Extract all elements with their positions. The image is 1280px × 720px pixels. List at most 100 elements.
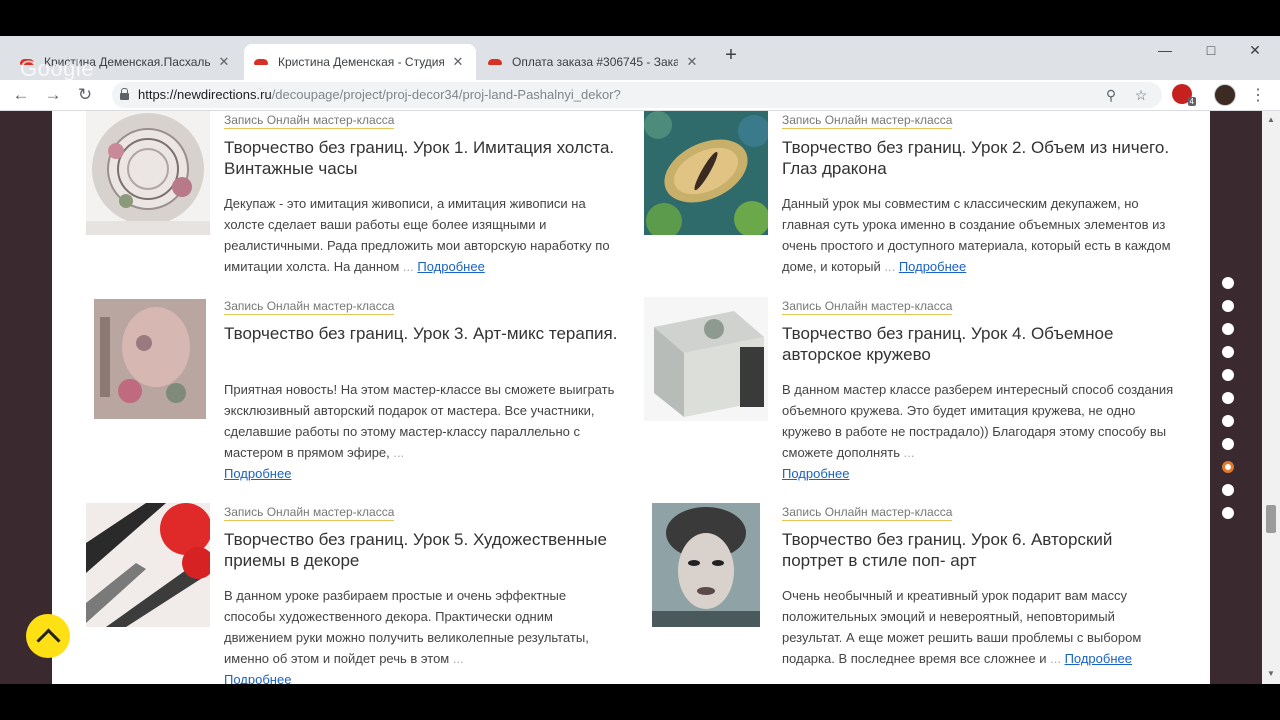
pop-art-portrait-image bbox=[644, 503, 768, 627]
video-top-bar bbox=[0, 0, 1280, 36]
content-area: Запись Онлайн мастер-класса Творчество б… bbox=[52, 111, 1210, 684]
lesson-title[interactable]: Творчество без границ. Урок 5. Художеств… bbox=[224, 529, 619, 571]
lesson-thumbnail[interactable] bbox=[86, 297, 210, 421]
ellipsis: ... bbox=[393, 445, 405, 460]
tab-2[interactable]: Кристина Деменская - Студия д ✕ bbox=[244, 44, 476, 80]
lesson-category: Запись Онлайн мастер-класса bbox=[782, 299, 953, 315]
lesson-card-3: Запись Онлайн мастер-класса Творчество б… bbox=[86, 297, 646, 483]
ellipsis: ... bbox=[884, 259, 896, 274]
lesson-description: В данном мастер классе разберем интересн… bbox=[782, 379, 1177, 484]
lesson-title[interactable]: Творчество без границ. Урок 2. Объем из … bbox=[782, 137, 1177, 179]
section-dot-nav bbox=[1220, 277, 1236, 530]
lesson-title[interactable]: Творчество без границ. Урок 3. Арт-микс … bbox=[224, 323, 619, 344]
lesson-card-2: Запись Онлайн мастер-класса Творчество б… bbox=[644, 111, 1204, 297]
section-dot[interactable] bbox=[1222, 346, 1234, 358]
maximize-icon[interactable]: □ bbox=[1196, 40, 1226, 60]
profile-avatar[interactable] bbox=[1214, 84, 1236, 106]
lesson-card-6: Запись Онлайн мастер-класса Творчество б… bbox=[644, 503, 1204, 684]
lesson-description: Очень необычный и креативный урок подари… bbox=[782, 585, 1177, 669]
lesson-card-5: Запись Онлайн мастер-класса Творчество б… bbox=[86, 503, 646, 684]
lock-icon bbox=[120, 88, 129, 100]
lace-box-image bbox=[644, 297, 768, 421]
scroll-up-arrow-icon[interactable]: ▲ bbox=[1266, 115, 1276, 125]
artistic-decor-image bbox=[86, 503, 210, 627]
lesson-description: Декупаж - это имитация живописи, а имита… bbox=[224, 193, 619, 277]
address-bar[interactable]: https://newdirections.ru/decoupage/proje… bbox=[112, 82, 1162, 108]
page-viewport: Запись Онлайн мастер-класса Творчество б… bbox=[0, 111, 1280, 684]
section-dot[interactable] bbox=[1222, 484, 1234, 496]
url-host: https://newdirections.ru bbox=[138, 87, 272, 102]
extension-badge: 4 bbox=[1187, 97, 1196, 106]
ellipsis: ... bbox=[903, 445, 915, 460]
scroll-down-arrow-icon[interactable]: ▼ bbox=[1266, 669, 1276, 679]
section-dot[interactable] bbox=[1222, 300, 1234, 312]
lesson-title[interactable]: Творчество без границ. Урок 6. Авторский… bbox=[782, 529, 1177, 571]
lesson-description-text: Приятная новость! На этом мастер-классе … bbox=[224, 382, 615, 460]
lesson-thumbnail[interactable] bbox=[644, 503, 768, 627]
section-dot[interactable] bbox=[1222, 507, 1234, 519]
lesson-thumbnail[interactable] bbox=[86, 111, 210, 235]
lesson-description: Приятная новость! На этом мастер-классе … bbox=[224, 379, 619, 484]
lesson-category: Запись Онлайн мастер-класса bbox=[782, 113, 953, 129]
section-dot[interactable] bbox=[1222, 323, 1234, 335]
close-icon[interactable]: ✕ bbox=[684, 54, 700, 70]
site-favicon-icon bbox=[488, 57, 504, 67]
art-mix-image bbox=[86, 297, 210, 421]
extension-icon[interactable]: 4 bbox=[1172, 84, 1196, 106]
lesson-title[interactable]: Творчество без границ. Урок 1. Имитация … bbox=[224, 137, 619, 179]
site-favicon-icon bbox=[254, 57, 270, 67]
lesson-thumbnail[interactable] bbox=[644, 297, 768, 421]
window-close-icon[interactable]: ✕ bbox=[1240, 40, 1270, 60]
lesson-card-1: Запись Онлайн мастер-класса Творчество б… bbox=[86, 111, 646, 297]
lesson-thumbnail[interactable] bbox=[644, 111, 768, 235]
tab-strip: Кристина Деменская.Пасхальны ✕ Кристина … bbox=[0, 36, 1280, 80]
more-link[interactable]: Подробнее bbox=[417, 259, 484, 274]
vintage-clock-image bbox=[86, 111, 210, 235]
more-link[interactable]: Подробнее bbox=[899, 259, 966, 274]
url-text[interactable]: https://newdirections.ru/decoupage/proje… bbox=[138, 87, 621, 102]
dragon-eye-image bbox=[644, 111, 768, 235]
lesson-description: Данный урок мы совместим с классическим … bbox=[782, 193, 1177, 277]
browser-toolbar: ← → ↻ https://newdirections.ru/decoupage… bbox=[0, 80, 1280, 111]
video-bottom-bar bbox=[0, 684, 1280, 720]
lesson-description-text: Данный урок мы совместим с классическим … bbox=[782, 196, 1171, 274]
more-link[interactable]: Подробнее bbox=[224, 466, 291, 481]
ellipsis: ... bbox=[1050, 651, 1061, 666]
ellipsis: ... bbox=[402, 259, 414, 274]
close-icon[interactable]: ✕ bbox=[450, 54, 466, 70]
lesson-category: Запись Онлайн мастер-класса bbox=[224, 299, 395, 315]
minimize-icon[interactable]: — bbox=[1150, 40, 1180, 60]
more-link[interactable]: Подробнее bbox=[224, 672, 291, 684]
lesson-card-4: Запись Онлайн мастер-класса Творчество б… bbox=[644, 297, 1204, 483]
scroll-to-top-button[interactable] bbox=[26, 614, 70, 658]
section-dot-active[interactable] bbox=[1222, 461, 1234, 473]
bookmark-star-icon[interactable]: ☆ bbox=[1132, 86, 1150, 104]
lesson-title[interactable]: Творчество без границ. Урок 4. Объемное … bbox=[782, 323, 1177, 365]
menu-kebab-icon[interactable]: ⋮ bbox=[1250, 85, 1266, 105]
scrollbar-thumb[interactable] bbox=[1266, 505, 1276, 533]
lesson-description-text: В данном уроке разбираем простые и очень… bbox=[224, 588, 589, 666]
chevron-up-icon bbox=[35, 627, 61, 653]
more-link[interactable]: Подробнее bbox=[1065, 651, 1132, 666]
section-dot[interactable] bbox=[1222, 369, 1234, 381]
lesson-category: Запись Онлайн мастер-класса bbox=[782, 505, 953, 521]
section-dot[interactable] bbox=[1222, 438, 1234, 450]
lesson-category: Запись Онлайн мастер-класса bbox=[224, 113, 395, 129]
more-link[interactable]: Подробнее bbox=[782, 466, 849, 481]
lesson-thumbnail[interactable] bbox=[86, 503, 210, 627]
url-path: /decoupage/project/proj-decor34/proj-lan… bbox=[271, 87, 621, 102]
lesson-category: Запись Онлайн мастер-класса bbox=[224, 505, 395, 521]
page-scrollbar[interactable]: ▲ ▼ bbox=[1262, 111, 1280, 684]
section-dot[interactable] bbox=[1222, 277, 1234, 289]
reload-icon[interactable]: ↻ bbox=[74, 84, 96, 106]
forward-icon[interactable]: → bbox=[42, 84, 64, 106]
close-icon[interactable]: ✕ bbox=[216, 54, 232, 70]
back-icon[interactable]: ← bbox=[10, 84, 32, 106]
section-dot[interactable] bbox=[1222, 392, 1234, 404]
tab-3[interactable]: Оплата заказа #306745 - Заказ ✕ bbox=[478, 44, 710, 80]
search-icon[interactable]: ⚲ bbox=[1102, 86, 1120, 104]
lesson-description: В данном уроке разбираем простые и очень… bbox=[224, 585, 619, 684]
new-tab-button[interactable]: + bbox=[720, 44, 742, 66]
tab-2-label: Кристина Деменская - Студия д bbox=[278, 55, 444, 69]
section-dot[interactable] bbox=[1222, 415, 1234, 427]
